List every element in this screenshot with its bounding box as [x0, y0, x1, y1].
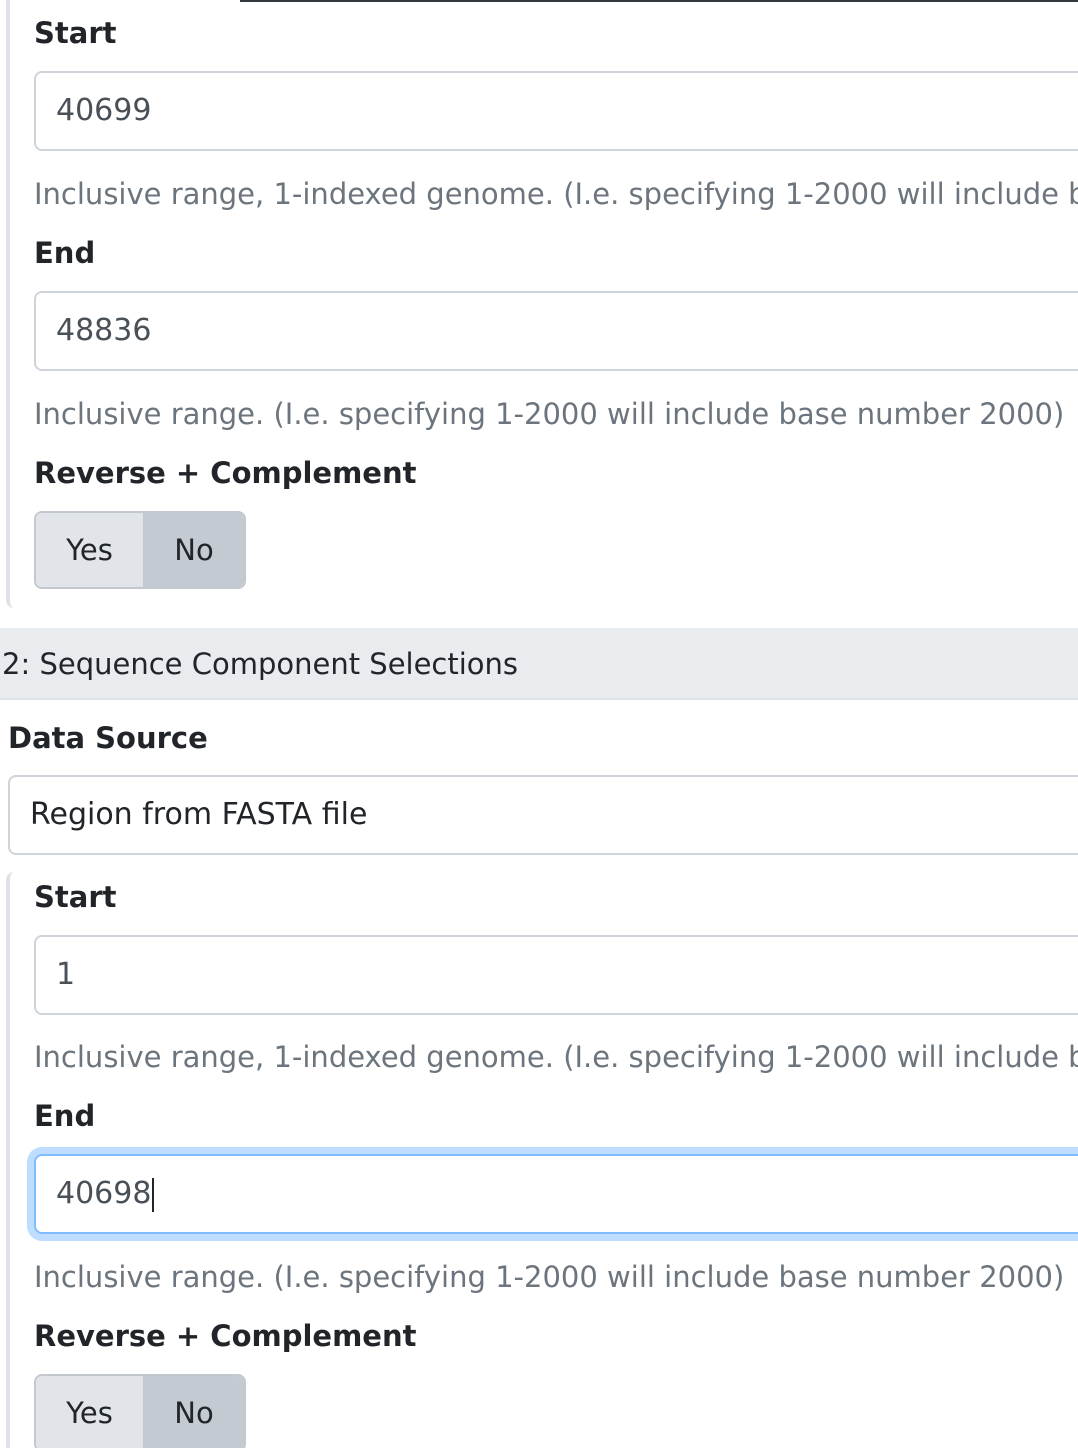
component-1-revcomp-yes-button[interactable]: Yes: [36, 513, 144, 587]
data-source-label: Data Source: [8, 721, 208, 755]
component-2-end-label: End: [34, 1099, 96, 1133]
component-1-end-value: 48836: [56, 313, 152, 348]
component-1-start-input[interactable]: 40699: [34, 71, 1078, 151]
component-1-end-input[interactable]: 48836: [34, 291, 1078, 371]
component-2-revcomp-yes-button[interactable]: Yes: [36, 1376, 144, 1448]
component-2-end-value: 40698: [56, 1176, 152, 1211]
data-source-selected-value: Region from FASTA file: [30, 797, 368, 832]
component-2-end-help: Inclusive range. (I.e. specifying 1-2000…: [34, 1260, 1065, 1294]
component-1-start-label: Start: [34, 16, 117, 50]
text-caret: [152, 1177, 155, 1212]
component-2-start-help: Inclusive range, 1-indexed genome. (I.e.…: [34, 1040, 1078, 1074]
component-2-end-input[interactable]: 40698: [34, 1154, 1078, 1234]
component-1-revcomp-toggle: Yes No: [34, 511, 246, 589]
component-2-revcomp-label: Reverse + Complement: [34, 1319, 417, 1353]
component-2-start-label: Start: [34, 880, 117, 914]
component-1-start-value: 40699: [56, 93, 152, 128]
component-2-revcomp-no-button[interactable]: No: [143, 1376, 244, 1448]
component-1-end-label: End: [34, 236, 96, 270]
component-2-revcomp-toggle: Yes No: [34, 1374, 246, 1448]
component-1-revcomp-label: Reverse + Complement: [34, 456, 417, 490]
section-2-header[interactable]: 2: Sequence Component Selections: [0, 628, 1078, 700]
component-1-revcomp-no-button[interactable]: No: [143, 513, 244, 587]
component-2-start-value: 1: [56, 957, 76, 992]
component-1-start-help: Inclusive range, 1-indexed genome. (I.e.…: [34, 177, 1078, 211]
data-source-select[interactable]: Region from FASTA file: [8, 775, 1078, 855]
component-2-start-input[interactable]: 1: [34, 935, 1078, 1015]
component-1-end-help: Inclusive range. (I.e. specifying 1-2000…: [34, 397, 1065, 431]
page: Start 40699 Inclusive range, 1-indexed g…: [0, 0, 1078, 1448]
